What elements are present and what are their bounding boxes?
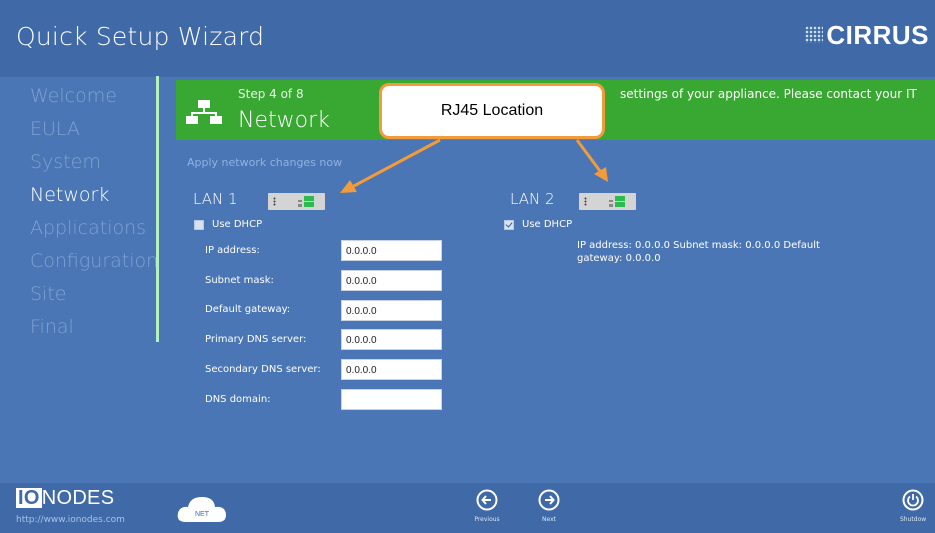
sidebar-item-final[interactable]: Final	[30, 311, 158, 344]
primary-dns-label: Primary DNS server:	[205, 334, 307, 345]
subnet-mask-field[interactable]: 0.0.0.0	[341, 270, 442, 291]
lan2-rj45-port-icon	[579, 193, 636, 210]
apply-network-changes-link[interactable]: Apply network changes now	[187, 156, 342, 169]
lan1-dhcp-box[interactable]	[194, 219, 204, 230]
lan1-rj45-port-icon	[268, 193, 325, 210]
brand-logo: CIRRUS	[805, 20, 929, 51]
lan2-dhcp-box[interactable]	[504, 219, 514, 230]
secondary-dns-label: Secondary DNS server:	[205, 364, 321, 375]
lan1-dhcp-checkbox[interactable]: Use DHCP	[194, 219, 262, 230]
wizard-steps-sidebar: Welcome EULA System Network Applications…	[30, 80, 158, 344]
header-bar: Quick Setup Wizard CIRRUS	[0, 0, 935, 77]
ip-address-field[interactable]: 0.0.0.0	[341, 240, 442, 261]
power-icon	[902, 489, 924, 511]
arrow-right-icon	[538, 489, 560, 511]
lan2-title: LAN 2	[510, 190, 555, 208]
lan1-dhcp-label: Use DHCP	[212, 219, 263, 230]
cloud-net-icon[interactable]: NET	[176, 494, 228, 524]
network-icon	[186, 100, 222, 124]
next-label: Next	[542, 516, 556, 523]
sidebar-item-applications[interactable]: Applications	[30, 212, 158, 245]
subnet-mask-label: Subnet mask:	[205, 275, 274, 286]
previous-button[interactable]: Previous	[467, 489, 507, 523]
next-button[interactable]: Next	[529, 489, 569, 523]
brand-name: CIRRUS	[826, 20, 929, 50]
primary-dns-field[interactable]: 0.0.0.0	[341, 329, 442, 350]
sidebar-divider	[156, 76, 159, 342]
sidebar-item-system[interactable]: System	[30, 146, 158, 179]
page-title: Quick Setup Wizard	[16, 22, 265, 51]
lan2-dhcp-checkbox[interactable]: Use DHCP	[504, 219, 572, 230]
arrow-left-icon	[476, 489, 498, 511]
step-description: settings of your appliance. Please conta…	[620, 87, 917, 101]
sidebar-item-site[interactable]: Site	[30, 278, 158, 311]
footer-bar: IO NODES http://www.ionodes.com NET Previ…	[0, 483, 935, 533]
sidebar-item-welcome[interactable]: Welcome	[30, 80, 158, 113]
ionodes-logo: IO NODES	[16, 487, 115, 509]
brand-dots-icon	[805, 26, 824, 43]
lan2-dhcp-info: IP address: 0.0.0.0 Subnet mask: 0.0.0.0…	[577, 240, 820, 264]
lan1-title: LAN 1	[193, 190, 238, 208]
sidebar-item-network[interactable]: Network	[30, 179, 158, 212]
default-gateway-field[interactable]: 0.0.0.0	[341, 300, 442, 321]
shutdown-button[interactable]: Shutdow	[900, 489, 926, 523]
dns-domain-label: DNS domain:	[205, 394, 271, 405]
sidebar-item-eula[interactable]: EULA	[30, 113, 158, 146]
previous-label: Previous	[474, 516, 500, 523]
sidebar-item-configuration[interactable]: Configuration	[30, 245, 158, 278]
dns-domain-field[interactable]	[341, 389, 442, 410]
cloud-label: NET	[195, 511, 210, 518]
rj45-location-callout: RJ45 Location	[379, 83, 605, 139]
lan2-dhcp-label: Use DHCP	[522, 219, 573, 230]
step-number: Step 4 of 8	[238, 87, 304, 101]
secondary-dns-field[interactable]: 0.0.0.0	[341, 359, 442, 380]
ionodes-url[interactable]: http://www.ionodes.com	[16, 515, 125, 525]
default-gateway-label: Default gateway:	[205, 304, 291, 315]
shutdown-label: Shutdow	[900, 516, 927, 523]
ip-address-label: IP address:	[205, 245, 260, 256]
step-title: Network	[238, 108, 330, 133]
